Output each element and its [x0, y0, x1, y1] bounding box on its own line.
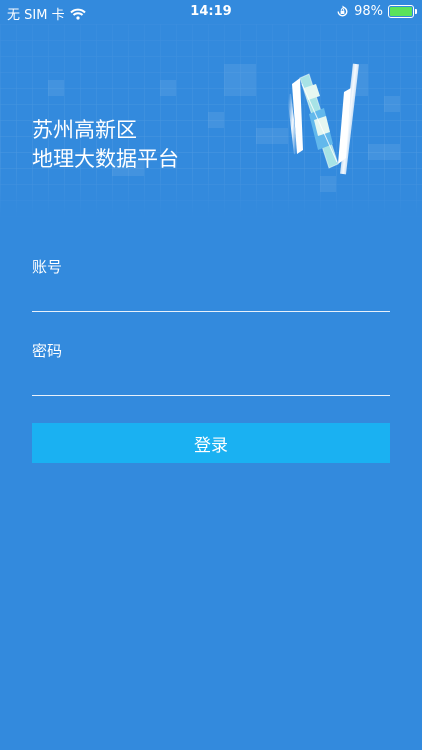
app-title: 苏州高新区 地理大数据平台: [32, 116, 179, 174]
account-input[interactable]: [32, 281, 390, 312]
title-line-1: 苏州高新区: [32, 118, 137, 142]
header-banner: 苏州高新区 地理大数据平台: [0, 24, 422, 220]
login-button[interactable]: 登录: [32, 423, 390, 463]
battery-tip: [415, 9, 417, 14]
battery-level-fill: [390, 7, 412, 16]
password-label: 密码: [32, 342, 63, 360]
status-bar: 无 SIM 卡 14:19 98%: [0, 0, 422, 24]
battery-icon: [388, 5, 417, 18]
password-input[interactable]: [32, 365, 390, 396]
orientation-lock-icon: [337, 5, 348, 17]
battery-percent: 98%: [354, 4, 383, 19]
status-right: 98%: [336, 4, 417, 19]
title-line-2: 地理大数据平台: [32, 147, 179, 171]
account-label: 账号: [32, 258, 63, 276]
